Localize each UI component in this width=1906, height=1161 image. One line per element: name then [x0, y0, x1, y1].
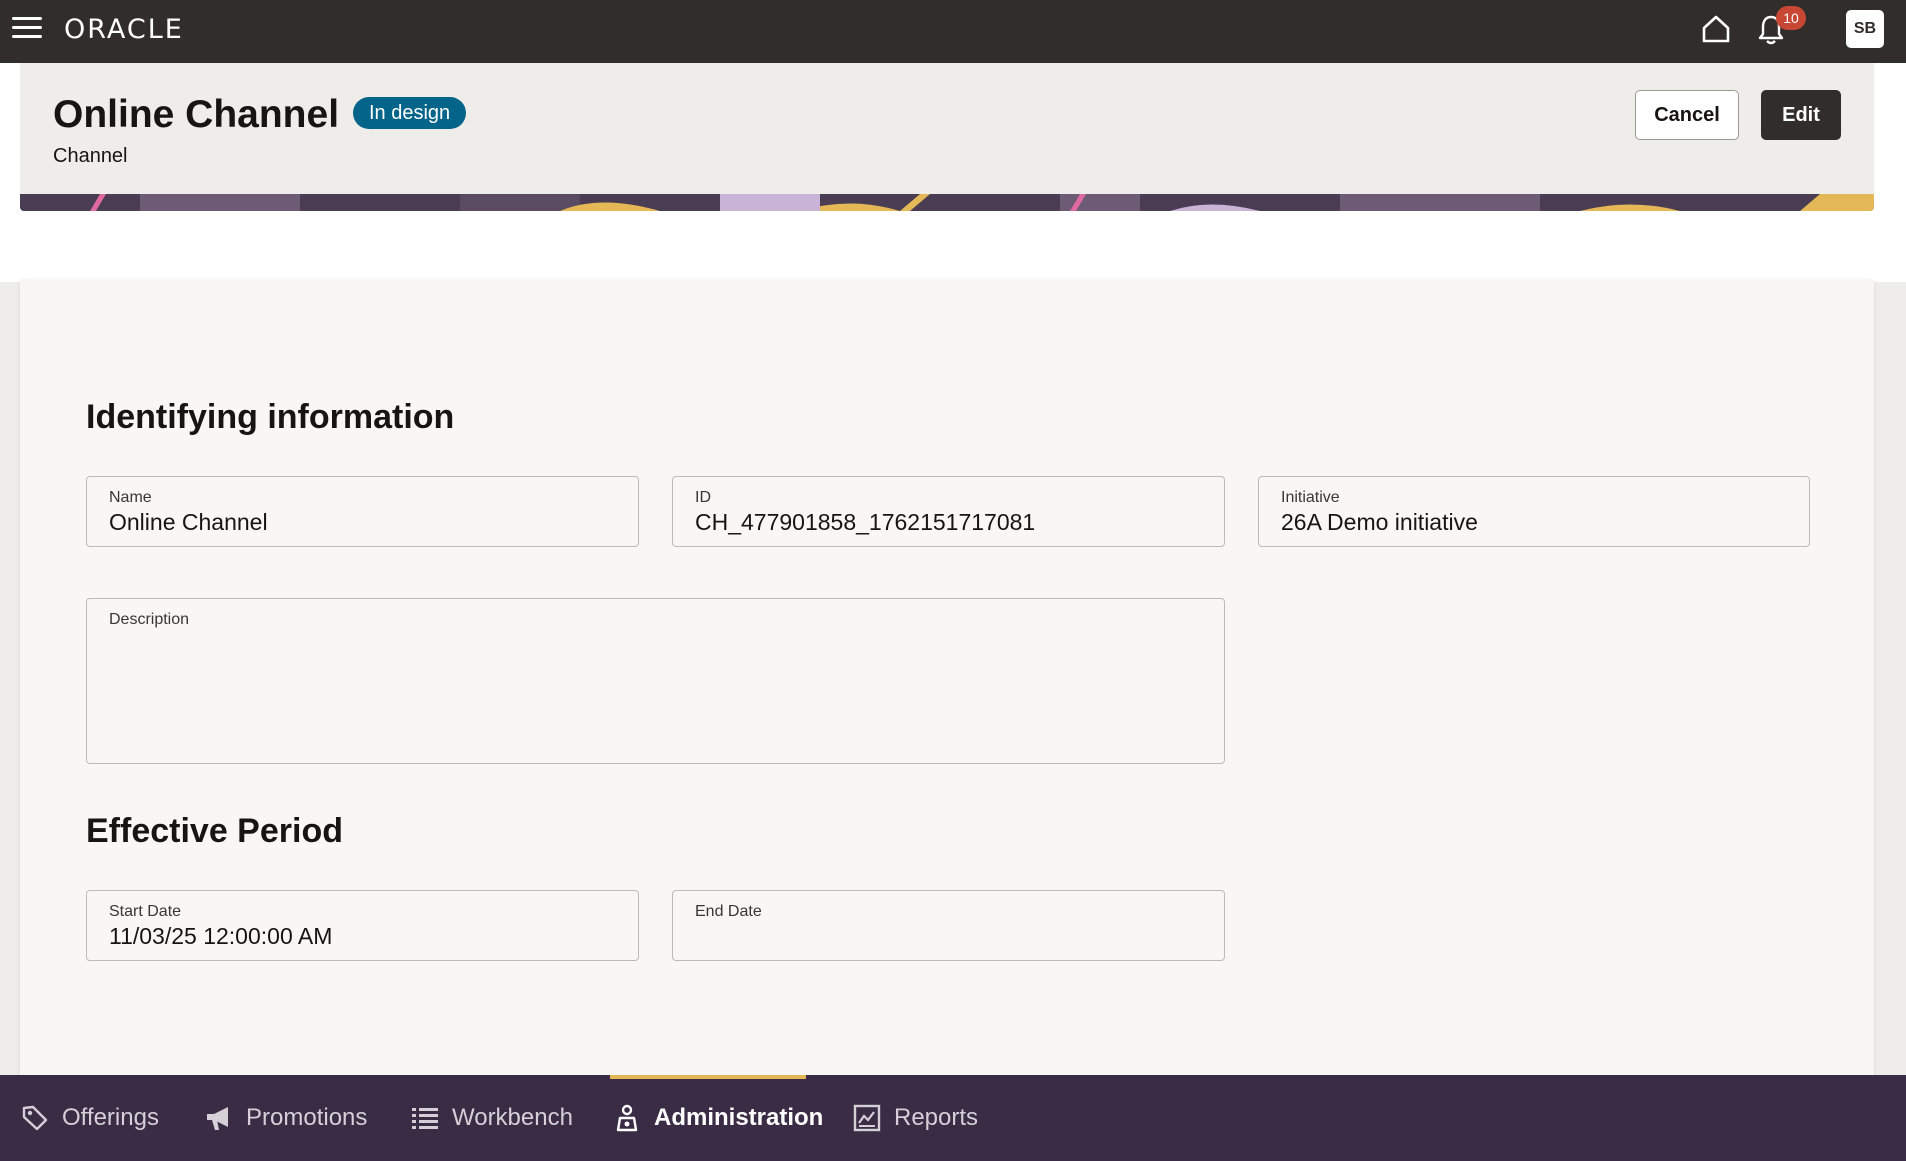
admin-icon: [616, 1104, 638, 1132]
name-field[interactable]: Name Online Channel: [86, 476, 639, 547]
description-field[interactable]: Description: [86, 598, 1225, 764]
start-date-value: 11/03/25 12:00:00 AM: [109, 923, 333, 949]
initiative-value: 26A Demo initiative: [1281, 509, 1478, 535]
nav-workbench-label: Workbench: [452, 1104, 573, 1131]
notification-count-badge: 10: [1776, 6, 1806, 30]
list-icon: [412, 1108, 438, 1129]
nav-promotions[interactable]: Promotions: [204, 1075, 367, 1161]
nav-reports[interactable]: Reports: [852, 1075, 978, 1161]
nav-administration[interactable]: Administration: [612, 1075, 823, 1161]
initiative-field[interactable]: Initiative 26A Demo initiative: [1258, 476, 1810, 547]
nav-administration-label: Administration: [654, 1104, 824, 1131]
page-title: Online Channel: [53, 93, 340, 136]
name-label: Name: [109, 489, 152, 506]
oracle-logo: ORACLE: [64, 14, 184, 45]
nav-offerings[interactable]: Offerings: [20, 1075, 159, 1161]
id-field[interactable]: ID CH_477901858_1762151717081: [672, 476, 1225, 547]
edit-button[interactable]: Edit: [1761, 90, 1841, 140]
page-header: Online Channel In design Channel Cancel …: [20, 63, 1874, 195]
top-bar: ORACLE 10 SB: [0, 0, 1906, 63]
report-chart-icon: [853, 1104, 881, 1132]
effective-period-heading: Effective Period: [86, 812, 343, 850]
notifications-button[interactable]: 10: [1756, 6, 1806, 46]
status-badge: In design: [353, 97, 467, 129]
page-subtitle: Channel: [53, 145, 128, 167]
cancel-button[interactable]: Cancel: [1635, 90, 1739, 140]
hamburger-menu-icon[interactable]: [12, 17, 42, 41]
megaphone-icon: [207, 1107, 228, 1130]
nav-reports-label: Reports: [894, 1104, 979, 1131]
identifying-information-heading: Identifying information: [86, 398, 455, 436]
nav-promotions-label: Promotions: [246, 1104, 368, 1131]
end-date-label: End Date: [695, 903, 762, 920]
decorative-banner: [20, 194, 1874, 211]
initiative-label: Initiative: [1281, 489, 1340, 506]
start-date-field[interactable]: Start Date 11/03/25 12:00:00 AM: [86, 890, 639, 961]
id-value: CH_477901858_1762151717081: [695, 509, 1036, 535]
nav-offerings-label: Offerings: [62, 1104, 159, 1131]
details-card: Identifying information Name Online Chan…: [20, 280, 1874, 1080]
name-value: Online Channel: [109, 509, 268, 535]
nav-workbench[interactable]: Workbench: [410, 1075, 573, 1161]
id-label: ID: [695, 489, 711, 506]
bottom-navigation: Offerings Promotions Workbench Administr…: [0, 1075, 1906, 1161]
home-icon[interactable]: [1700, 13, 1732, 45]
user-avatar[interactable]: SB: [1846, 10, 1884, 48]
end-date-field[interactable]: End Date: [672, 890, 1225, 961]
tag-icon: [22, 1105, 48, 1131]
start-date-label: Start Date: [109, 903, 182, 920]
description-label: Description: [109, 611, 190, 628]
